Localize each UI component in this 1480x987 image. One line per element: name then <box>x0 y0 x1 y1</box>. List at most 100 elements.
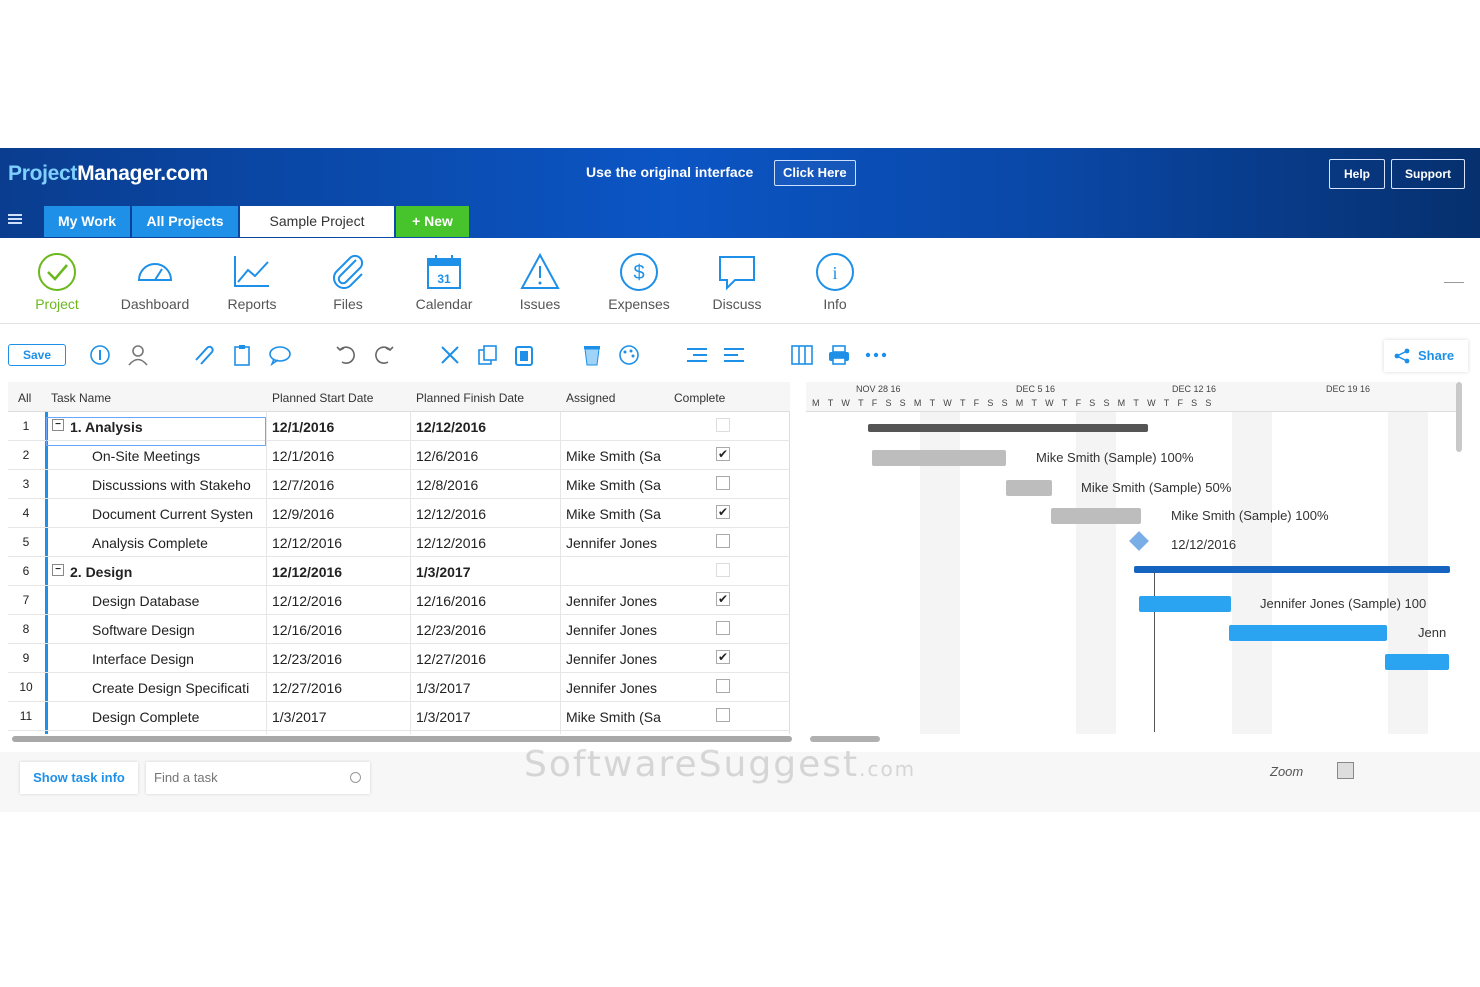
table-row[interactable]: 4 Document Current Systen 12/9/2016 12/12/2… <box>8 499 790 528</box>
module-label: Info <box>823 296 847 312</box>
attach-icon[interactable] <box>192 344 216 366</box>
table-row[interactable]: 8 Software Design 12/16/2016 12/23/2016 Jenn… <box>8 615 790 644</box>
share-button[interactable]: Share <box>1384 340 1468 372</box>
print-icon[interactable] <box>827 344 851 366</box>
task-name-cell[interactable]: Create Design Specificati <box>92 680 268 696</box>
task-name-cell[interactable]: Document Current Systen <box>92 506 268 522</box>
task-name-cell[interactable]: Software Design <box>92 622 268 638</box>
menu-icon[interactable] <box>8 214 22 224</box>
task-name-text: Design Complete <box>92 709 200 725</box>
top-header: ProjectManager.com Use the original inte… <box>0 148 1480 238</box>
complete-checkbox[interactable] <box>716 679 730 693</box>
assign-user-icon[interactable] <box>126 344 150 366</box>
outdent-icon[interactable] <box>685 344 709 366</box>
logo[interactable]: ProjectManager.com <box>8 162 208 186</box>
cut-icon[interactable] <box>438 344 462 366</box>
col-assigned[interactable]: Assigned <box>566 391 615 405</box>
module-discuss[interactable]: Discuss <box>692 252 782 312</box>
table-row[interactable]: 10 Create Design Specificati 12/27/2016 1/3… <box>8 673 790 702</box>
comment-icon[interactable] <box>268 344 292 366</box>
start-date-cell: 12/7/2016 <box>272 477 335 493</box>
complete-checkbox[interactable] <box>716 418 730 432</box>
show-task-info-button[interactable]: Show task info <box>20 762 138 794</box>
task-name-cell[interactable]: Analysis Complete <box>92 535 268 551</box>
finish-date-cell: 12/16/2016 <box>416 593 487 609</box>
tab-sample-project[interactable]: Sample Project <box>240 206 394 237</box>
table-row[interactable]: 7 Design Database 12/12/2016 12/16/2016 Jenn… <box>8 586 790 615</box>
redo-icon[interactable] <box>372 344 396 366</box>
task-name-cell[interactable]: Design Database <box>92 593 268 609</box>
tab-my-work[interactable]: My Work <box>44 206 130 237</box>
module-info[interactable]: i Info <box>790 252 880 312</box>
indent-info-icon[interactable] <box>88 344 112 366</box>
milestone-diamond[interactable] <box>1129 531 1149 551</box>
search-icon[interactable] <box>350 772 361 783</box>
complete-checkbox[interactable] <box>716 476 730 490</box>
indent-icon[interactable] <box>722 344 746 366</box>
grid-horizontal-scrollbar[interactable] <box>12 736 792 742</box>
zoom-control[interactable] <box>1337 762 1354 779</box>
complete-checkbox[interactable]: ✔ <box>716 505 730 519</box>
find-task-input[interactable] <box>146 762 370 794</box>
clipboard-icon[interactable] <box>230 344 254 366</box>
module-files[interactable]: Files <box>303 252 393 312</box>
gantt-task-bar[interactable] <box>1139 596 1231 612</box>
complete-checkbox[interactable] <box>716 708 730 722</box>
task-name-cell[interactable]: Design Complete <box>92 709 268 725</box>
module-dashboard[interactable]: Dashboard <box>110 252 200 312</box>
palette-icon[interactable] <box>617 344 641 366</box>
paste-icon[interactable] <box>512 344 536 366</box>
gantt-summary-bar[interactable] <box>1134 566 1450 573</box>
gantt-horizontal-scrollbar[interactable] <box>810 736 880 742</box>
module-issues[interactable]: Issues <box>495 252 585 312</box>
col-all[interactable]: All <box>18 391 31 405</box>
complete-checkbox[interactable]: ✔ <box>716 447 730 461</box>
save-button[interactable]: Save <box>8 344 66 366</box>
col-task-name[interactable]: Task Name <box>51 391 111 405</box>
table-row[interactable]: 11 Design Complete 1/3/2017 1/3/2017 Mike Sm… <box>8 702 790 731</box>
gantt-vertical-scrollbar[interactable] <box>1456 382 1462 452</box>
task-name-cell[interactable]: −2. Design <box>52 564 274 580</box>
task-name-cell[interactable]: Discussions with Stakeho <box>92 477 268 493</box>
complete-checkbox[interactable] <box>716 534 730 548</box>
module-reports[interactable]: Reports <box>207 252 297 312</box>
new-project-button[interactable]: + New <box>396 206 469 237</box>
click-here-button[interactable]: Click Here <box>774 160 856 186</box>
more-icon[interactable] <box>864 344 888 366</box>
gantt-summary-bar[interactable] <box>868 424 1148 432</box>
task-name-cell[interactable]: Interface Design <box>92 651 268 667</box>
task-name-cell[interactable]: On-Site Meetings <box>92 448 268 464</box>
help-button[interactable]: Help <box>1329 159 1385 189</box>
copy-icon[interactable] <box>476 344 500 366</box>
gantt-task-bar[interactable] <box>1006 480 1052 496</box>
gantt-task-bar[interactable] <box>1229 625 1387 641</box>
trash-icon[interactable] <box>580 344 604 366</box>
col-finish[interactable]: Planned Finish Date <box>416 391 524 405</box>
col-complete[interactable]: Complete <box>674 391 725 405</box>
complete-checkbox[interactable]: ✔ <box>716 592 730 606</box>
zoom-label: Zoom <box>1270 764 1304 779</box>
table-row[interactable]: 6−2. Design 12/12/2016 1/3/2017 <box>8 557 790 586</box>
complete-checkbox[interactable]: ✔ <box>716 650 730 664</box>
col-start[interactable]: Planned Start Date <box>272 391 373 405</box>
table-row[interactable]: 5 Analysis Complete 12/12/2016 12/12/2016 Je… <box>8 528 790 557</box>
undo-icon[interactable] <box>334 344 358 366</box>
module-calendar[interactable]: 31 Calendar <box>399 252 489 312</box>
collapse-handle[interactable] <box>1444 282 1464 283</box>
gantt-task-bar[interactable] <box>1385 654 1449 670</box>
table-row[interactable]: 9 Interface Design 12/23/2016 12/27/2016 Jen… <box>8 644 790 673</box>
complete-checkbox[interactable] <box>716 563 730 577</box>
finish-date-cell: 1/3/2017 <box>416 680 471 696</box>
start-date-cell: 12/23/2016 <box>272 651 343 667</box>
module-project[interactable]: Project <box>12 252 102 312</box>
columns-icon[interactable] <box>790 344 814 366</box>
week-label: DEC 5 16 <box>1016 384 1056 394</box>
table-row[interactable]: 3 Discussions with Stakeho 12/7/2016 12/8/2… <box>8 470 790 499</box>
support-button[interactable]: Support <box>1391 159 1465 189</box>
complete-checkbox[interactable] <box>716 621 730 635</box>
tab-all-projects[interactable]: All Projects <box>132 206 238 237</box>
gantt-task-bar[interactable] <box>872 450 1006 466</box>
gantt-task-bar[interactable] <box>1051 508 1141 524</box>
collapse-toggle-icon[interactable]: − <box>52 564 64 576</box>
module-expenses[interactable]: $ Expenses <box>594 252 684 312</box>
